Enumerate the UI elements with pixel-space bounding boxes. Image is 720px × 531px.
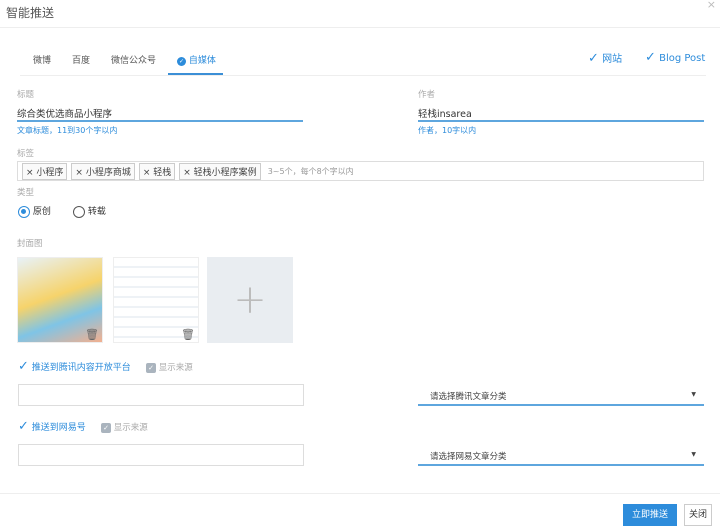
- radio-icon: [18, 205, 30, 218]
- push-label: 推送到腾讯内容开放平台: [31, 363, 131, 373]
- input-underline: [17, 120, 303, 122]
- tag-text: 小程序: [36, 167, 64, 178]
- trash-icon[interactable]: 🗑: [181, 328, 195, 341]
- target-website[interactable]: ✓ 网站: [588, 50, 622, 66]
- checkbox-icon: ✓: [101, 422, 111, 433]
- active-tab-indicator: [168, 73, 223, 75]
- cover-image[interactable]: 🗑: [17, 257, 103, 343]
- tab-label: 自媒体: [188, 56, 216, 66]
- divider: [0, 493, 720, 494]
- tab-weibo[interactable]: 微博: [33, 53, 51, 66]
- show-source-label: 显示来源: [158, 363, 193, 373]
- radio-repost[interactable]: 转载: [73, 204, 106, 218]
- show-source-checkbox[interactable]: ✓ 显示来源: [101, 421, 148, 433]
- caret-down-icon: ▼: [691, 391, 696, 398]
- target-blog-post[interactable]: ✓ Blog Post: [645, 50, 705, 65]
- netease-input[interactable]: [18, 444, 304, 466]
- tag-text: 轻栈: [153, 167, 172, 178]
- author-input[interactable]: 轻栈insarea: [418, 106, 704, 120]
- check-icon: ✓: [645, 50, 656, 65]
- push-label: 推送到网易号: [31, 423, 86, 433]
- show-source-label: 显示来源: [113, 423, 148, 433]
- check-circle-icon: ✓: [177, 57, 186, 66]
- radio-label: 原创: [32, 207, 51, 217]
- tab-baidu[interactable]: 百度: [72, 53, 90, 66]
- title-hint: 文章标题，11到30个字以内: [17, 126, 118, 135]
- radio-label: 转载: [87, 207, 106, 217]
- target-label: Blog Post: [659, 53, 706, 64]
- radio-original[interactable]: 原创: [18, 204, 51, 218]
- tag[interactable]: × 小程序: [22, 162, 68, 180]
- add-image-button[interactable]: +: [207, 257, 293, 343]
- tags-placeholder: 3~5个，每个8个字以内: [267, 166, 354, 176]
- caret-down-icon: ▼: [691, 451, 696, 458]
- tab-wechat[interactable]: 微信公众号: [111, 53, 156, 66]
- close-icon[interactable]: ×: [707, 0, 716, 11]
- check-icon: ✓: [588, 51, 599, 66]
- tag-text: 小程序商城: [85, 167, 131, 178]
- push-netease-checkbox[interactable]: ✓ 推送到网易号: [18, 419, 86, 434]
- select-placeholder: 请选择网易文章分类: [430, 452, 507, 462]
- cover-image[interactable]: 🗑: [113, 257, 199, 343]
- tag[interactable]: × 小程序商城: [71, 162, 135, 180]
- show-source-checkbox[interactable]: ✓ 显示来源: [146, 361, 193, 373]
- divider: [20, 75, 706, 76]
- tencent-category-select[interactable]: 请选择腾讯文章分类 ▼: [418, 384, 704, 406]
- dialog-title: 智能推送: [6, 6, 55, 20]
- tags-label: 标签: [17, 149, 35, 159]
- netease-category-select[interactable]: 请选择网易文章分类 ▼: [418, 444, 704, 466]
- divider: [0, 27, 720, 28]
- check-icon: ✓: [18, 359, 29, 374]
- cover-label: 封面图: [17, 239, 43, 249]
- close-button[interactable]: 关闭: [684, 504, 712, 526]
- target-label: 网站: [602, 54, 623, 65]
- tag[interactable]: × 轻栈小程序案例: [179, 162, 261, 180]
- input-underline: [418, 120, 704, 122]
- title-input[interactable]: 综合类优选商品小程序: [17, 106, 303, 120]
- author-hint: 作者，10字以内: [418, 126, 477, 135]
- type-label: 类型: [17, 188, 35, 198]
- select-placeholder: 请选择腾讯文章分类: [430, 392, 507, 402]
- checkbox-icon: ✓: [146, 362, 156, 373]
- title-label: 标题: [17, 90, 35, 100]
- tags-input[interactable]: × 小程序 × 小程序商城 × 轻栈 × 轻栈小程序案例 3~5个，每个8个字以…: [17, 161, 704, 181]
- trash-icon[interactable]: 🗑: [85, 328, 99, 341]
- tencent-input[interactable]: [18, 384, 304, 406]
- tab-media[interactable]: ✓ 自媒体: [177, 53, 216, 66]
- tag[interactable]: × 轻栈: [138, 162, 176, 180]
- check-icon: ✓: [18, 419, 29, 434]
- radio-icon: [73, 205, 85, 218]
- tag-text: 轻栈小程序案例: [193, 167, 257, 178]
- push-tencent-checkbox[interactable]: ✓ 推送到腾讯内容开放平台: [18, 359, 131, 374]
- author-label: 作者: [418, 90, 436, 100]
- push-now-button[interactable]: 立即推送: [623, 504, 677, 526]
